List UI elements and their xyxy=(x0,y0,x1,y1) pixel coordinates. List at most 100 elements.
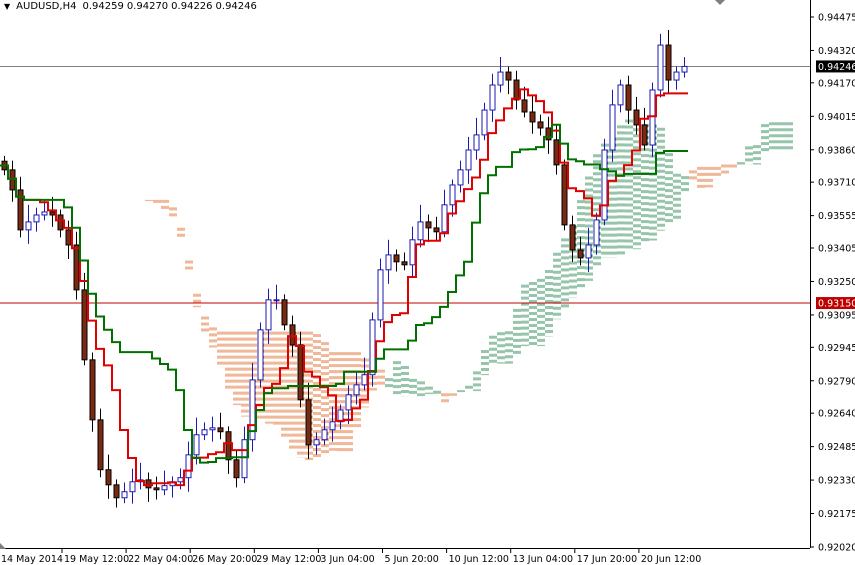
bull-candle xyxy=(409,239,416,266)
bear-candle xyxy=(217,427,224,433)
axes: 0.94475 0.94320 0.94170 0.94015 0.93860 0.937… xyxy=(0,0,855,565)
bear-candle xyxy=(225,431,232,461)
x-tick-label: 5 Jun 20:00 xyxy=(385,554,439,565)
bear-candle xyxy=(81,289,88,361)
price-chart[interactable]: 0.94475 0.94320 0.94170 0.94015 0.93860 0.937… xyxy=(0,0,855,565)
bear-candle xyxy=(553,139,560,166)
kijun-sen-line xyxy=(0,123,688,464)
bear-candle xyxy=(297,344,304,401)
x-tick-label: 14 May 2014 xyxy=(1,554,63,565)
bear-candle xyxy=(577,249,584,259)
bull-candle xyxy=(177,477,184,483)
bull-candle xyxy=(321,429,328,441)
bull-candle xyxy=(313,439,320,446)
bull-candle xyxy=(649,89,656,146)
bull-candle xyxy=(209,427,216,431)
x-tick-label: 13 Jun 04:00 xyxy=(513,554,573,565)
bear-candle xyxy=(289,324,296,346)
bull-candle xyxy=(121,491,128,499)
bear-candle xyxy=(545,127,552,141)
bull-candle xyxy=(417,221,424,241)
bear-candle xyxy=(145,479,152,489)
bear-candle xyxy=(73,244,80,291)
bull-candle xyxy=(377,269,384,321)
bear-candle xyxy=(633,109,640,126)
y-tick-label: 0.92175 xyxy=(818,509,855,520)
y-tick-label: 0.92945 xyxy=(818,343,855,354)
x-tick-label: 26 May 20:00 xyxy=(192,554,257,565)
y-tick-label: 0.93860 xyxy=(818,145,855,156)
bear-candle xyxy=(433,227,440,233)
bull-candle xyxy=(601,149,608,221)
x-tick-label: 3 Jun 04:00 xyxy=(320,554,374,565)
x-tick-label: 29 May 12:00 xyxy=(256,554,321,565)
y-tick-label: 0.94475 xyxy=(818,13,855,24)
bull-candle xyxy=(441,204,448,233)
bear-candle xyxy=(513,79,520,101)
bear-candle xyxy=(569,224,576,251)
bull-candle xyxy=(657,44,664,91)
y-tick-label: 0.94320 xyxy=(818,46,855,57)
bear-candle xyxy=(625,84,632,111)
bull-candle xyxy=(497,71,504,86)
y-tick-label: 0.92020 xyxy=(818,543,855,554)
bull-candle xyxy=(201,429,208,436)
bear-candle xyxy=(537,121,544,129)
bull-candle xyxy=(585,244,592,259)
bear-candle xyxy=(49,211,56,216)
y-tick-label: 0.93555 xyxy=(818,211,855,222)
bull-candle xyxy=(617,84,624,106)
bull-candle xyxy=(329,421,336,431)
bear-candle xyxy=(561,164,568,226)
bull-candle xyxy=(257,329,264,381)
bull-candle xyxy=(609,104,616,151)
bull-candle xyxy=(473,134,480,151)
bull-candle xyxy=(161,485,168,491)
bear-candle xyxy=(665,44,672,81)
bear-candle xyxy=(425,221,432,229)
bull-candle xyxy=(241,439,248,479)
bear-candle xyxy=(281,299,288,326)
y-tick-label: 0.94170 xyxy=(818,78,855,89)
bull-candle xyxy=(361,374,368,386)
bull-candle xyxy=(193,434,200,456)
y-tick-label: 0.93710 xyxy=(818,178,855,189)
y-tick-label: 0.92790 xyxy=(818,376,855,387)
bear-candle xyxy=(105,469,112,486)
y-tick-label: 0.92485 xyxy=(818,442,855,453)
bear-candle xyxy=(505,71,512,81)
bear-candle xyxy=(65,229,72,246)
bear-candle xyxy=(401,261,408,266)
y-tick-label: 0.93250 xyxy=(818,277,855,288)
bear-candle xyxy=(97,419,104,471)
y-tick-label: 0.94015 xyxy=(818,112,855,123)
bull-candle xyxy=(129,481,136,493)
bull-candle xyxy=(25,221,32,231)
bull-candle xyxy=(369,319,376,376)
x-tick-label: 20 Jun 12:00 xyxy=(641,554,701,565)
y-tick-label: 0.92330 xyxy=(818,476,855,487)
bull-candle xyxy=(385,254,392,271)
ichimoku-cloud xyxy=(145,119,793,461)
level-price-label: 0.93150 xyxy=(818,299,855,310)
bull-candle xyxy=(345,394,352,411)
x-tick-label: 19 May 12:00 xyxy=(64,554,129,565)
bear-candle xyxy=(529,111,536,123)
y-tick-label: 0.92640 xyxy=(818,409,855,420)
x-tick-label: 10 Jun 12:00 xyxy=(449,554,509,565)
bear-candle xyxy=(153,487,160,491)
bull-candle xyxy=(33,214,40,223)
x-tick-label: 22 May 04:00 xyxy=(128,554,193,565)
chart-shift-marker-icon xyxy=(715,0,725,5)
bear-candle xyxy=(89,359,96,421)
x-tick-label: 17 Jun 20:00 xyxy=(577,554,637,565)
bull-candle xyxy=(41,211,48,216)
bull-candle xyxy=(449,184,456,206)
y-tick-label: 0.93405 xyxy=(818,243,855,254)
bull-candle xyxy=(353,384,360,396)
bear-candle xyxy=(641,124,648,146)
bear-candle xyxy=(9,169,16,191)
bear-candle xyxy=(305,399,312,446)
bear-candle xyxy=(113,484,120,499)
bull-candle xyxy=(465,149,472,171)
